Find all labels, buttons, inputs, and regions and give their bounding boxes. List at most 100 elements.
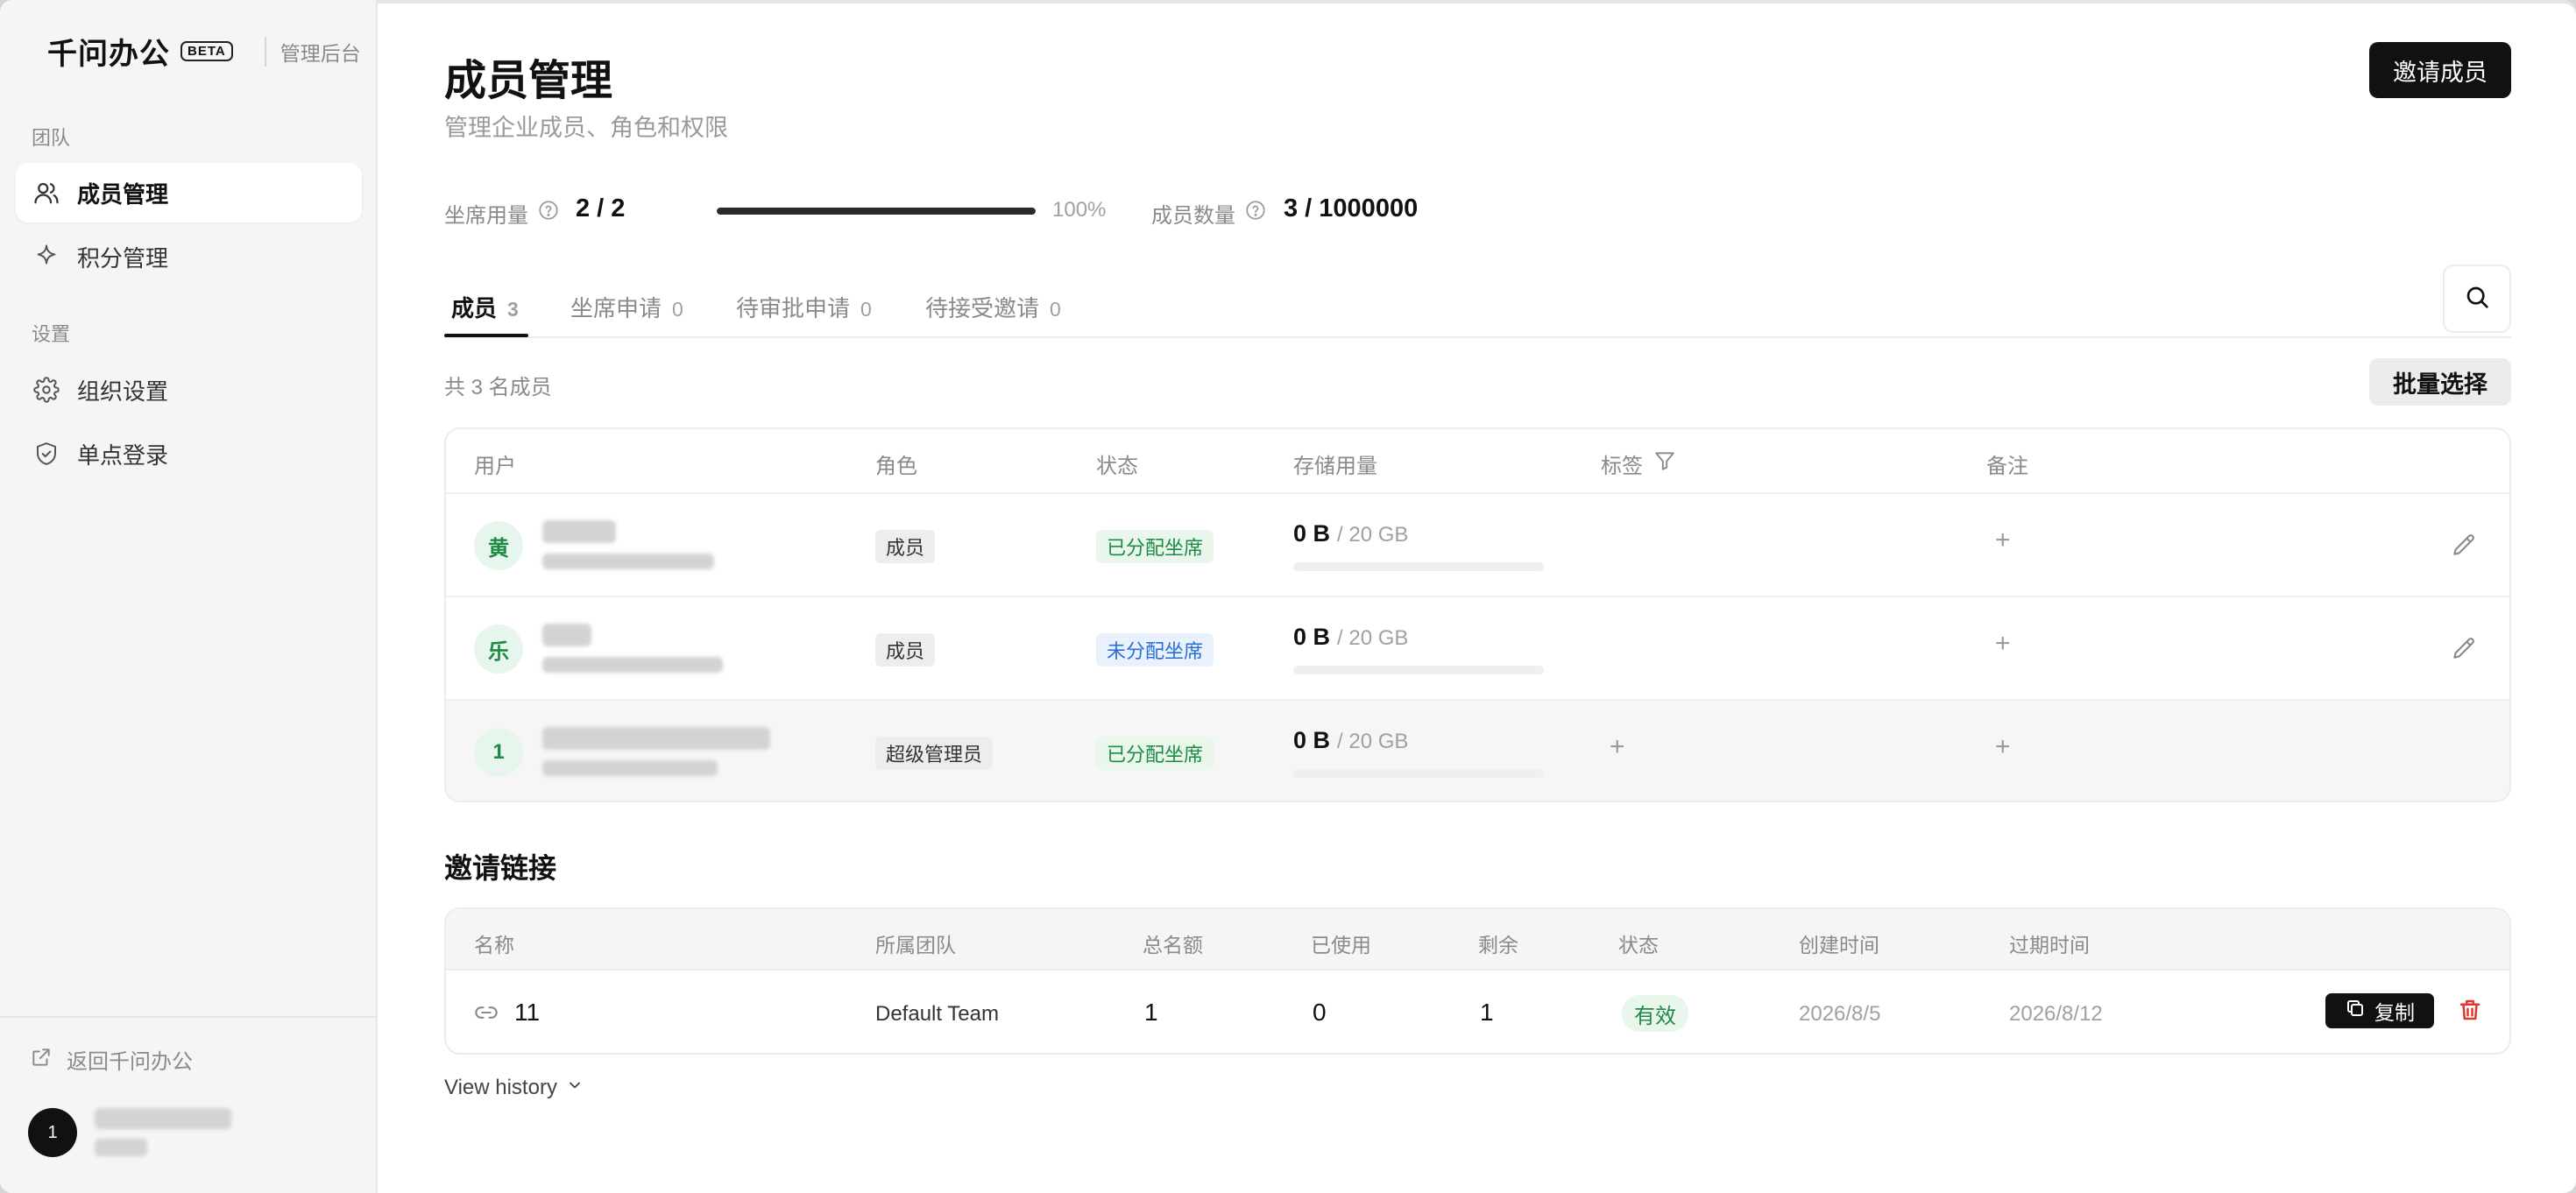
column-header-used: 已使用 [1311, 934, 1371, 957]
storage-usage: 0 B / 20 GB [1293, 624, 1408, 651]
column-header-user: 用户 [474, 455, 516, 478]
redacted-user-name [95, 1108, 231, 1129]
invite-link-used: 0 [1313, 999, 1327, 1026]
invite-link-remaining: 1 [1480, 999, 1494, 1026]
seat-usage-label-text: 坐席用量 [444, 204, 528, 228]
column-header-total: 总名额 [1143, 934, 1203, 957]
invite-link-team: Default Team [875, 1002, 999, 1026]
storage-quota: / 20 GB [1337, 626, 1409, 650]
external-link-icon [30, 1046, 53, 1073]
role-badge: 超级管理员 [875, 737, 994, 770]
status-badge: 已分配坐席 [1096, 530, 1214, 563]
sidebar-item-label: 成员管理 [77, 180, 169, 208]
edit-icon[interactable] [2450, 634, 2478, 667]
view-history-toggle[interactable]: View history [444, 1076, 584, 1100]
sidebar-item-credits[interactable]: 积分管理 [16, 227, 362, 286]
link-icon [474, 1000, 499, 1029]
add-note-button[interactable]: + [1995, 631, 2011, 657]
tab-count: 3 [507, 298, 519, 321]
redacted-user-email [95, 1139, 147, 1156]
column-header-tags-label: 标签 [1601, 455, 1643, 478]
seat-usage-progress-fill [717, 208, 1036, 215]
redacted-user-name [542, 624, 591, 646]
storage-used: 0 B [1293, 624, 1331, 650]
sidebar-item-members[interactable]: 成员管理 [16, 163, 362, 222]
redacted-user-name [542, 727, 770, 750]
tab-count: 0 [1050, 298, 1061, 321]
page-title: 成员管理 [444, 58, 613, 104]
column-header-remaining: 剩余 [1478, 934, 1518, 957]
batch-select-button[interactable]: 批量选择 [2369, 358, 2511, 406]
section-label-settings: 设置 [32, 323, 71, 345]
brand[interactable]: 千问办公 BETA 管理后台 [47, 30, 361, 73]
avatar: 乐 [474, 625, 523, 674]
storage-quota: / 20 GB [1337, 523, 1409, 547]
invite-member-button[interactable]: 邀请成员 [2369, 42, 2511, 98]
beta-badge: BETA [180, 41, 233, 61]
redacted-user-name [542, 520, 616, 543]
seat-usage-label: 坐席用量 [444, 198, 560, 229]
add-tag-button[interactable]: + [1610, 734, 1625, 760]
tab-count: 0 [860, 298, 872, 321]
member-tabs: 成员 3 坐席申请 0 待审批申请 0 待接受邀请 0 [444, 272, 2511, 338]
add-note-button[interactable]: + [1995, 734, 2011, 760]
page-subtitle: 管理企业成员、角色和权限 [444, 115, 728, 141]
tab-seat-requests[interactable]: 坐席申请 0 [570, 291, 683, 323]
tab-pending-invites[interactable]: 待接受邀请 0 [925, 291, 1061, 323]
avatar[interactable]: 1 [28, 1108, 77, 1157]
column-header-status: 状态 [1096, 455, 1138, 478]
storage-used: 0 B [1293, 520, 1331, 547]
avatar: 黄 [474, 521, 523, 570]
edit-icon[interactable] [2450, 531, 2478, 563]
sidebar-item-org-settings[interactable]: 组织设置 [16, 360, 362, 420]
storage-usage: 0 B / 20 GB [1293, 727, 1408, 754]
redacted-user-email [542, 554, 714, 569]
storage-used: 0 B [1293, 727, 1331, 753]
back-link-label: 返回千问办公 [67, 1050, 193, 1074]
app-window: 千问办公 BETA 管理后台 团队 成员管理 积分管理 设置 组织设置 单点登录… [0, 0, 2576, 1193]
table-row[interactable]: 1 超级管理员 已分配坐席 0 B / 20 GB + + [446, 699, 2509, 801]
storage-quota: / 20 GB [1337, 730, 1409, 753]
status-badge: 未分配坐席 [1096, 633, 1214, 667]
copy-icon [2345, 998, 2366, 1024]
column-header-team: 所属团队 [875, 934, 956, 957]
table-row[interactable]: 11 Default Team 1 0 1 有效 2026/8/5 2026/8… [446, 969, 2509, 1053]
help-icon[interactable] [1244, 199, 1267, 228]
table-row[interactable]: 乐 成员 未分配坐席 0 B / 20 GB + [446, 596, 2509, 699]
help-icon[interactable] [537, 199, 560, 228]
column-header-tags[interactable]: 标签 [1601, 448, 1676, 479]
invite-links-table: 名称 所属团队 总名额 已使用 剩余 状态 创建时间 过期时间 11 Defau… [444, 907, 2511, 1055]
delete-icon[interactable] [2457, 997, 2483, 1027]
brand-subtitle: 管理后台 [280, 41, 361, 65]
tab-label: 待接受邀请 [925, 295, 1040, 321]
storage-progress [1293, 562, 1544, 571]
member-count-value: 3 / 1000000 [1284, 194, 1419, 222]
role-badge: 成员 [875, 633, 936, 667]
status-badge: 有效 [1622, 995, 1688, 1032]
table-row[interactable]: 黄 成员 已分配坐席 0 B / 20 GB + [446, 492, 2509, 596]
invite-link-name: 11 [514, 999, 541, 1026]
tab-members[interactable]: 成员 3 [451, 291, 519, 323]
sidebar-item-label: 积分管理 [77, 244, 169, 272]
status-badge: 已分配坐席 [1096, 737, 1214, 770]
column-header-name: 名称 [474, 934, 514, 957]
sparkle-icon [32, 242, 61, 272]
search-icon [2463, 283, 2491, 315]
back-link[interactable]: 返回千问办公 [30, 1044, 193, 1075]
brand-name: 千问办公 [47, 38, 170, 71]
member-count-label-text: 成员数量 [1151, 204, 1235, 228]
sidebar-item-sso[interactable]: 单点登录 [16, 424, 362, 484]
search-button[interactable] [2443, 265, 2511, 333]
copy-link-button[interactable]: 复制 [2325, 993, 2434, 1028]
column-header-notes: 备注 [1986, 455, 2028, 478]
column-header-storage: 存储用量 [1293, 455, 1377, 478]
tab-label: 成员 [451, 295, 498, 321]
invite-link-total: 1 [1144, 999, 1158, 1026]
gear-icon [32, 375, 61, 405]
sidebar-divider [0, 1016, 378, 1018]
tab-pending-approvals[interactable]: 待审批申请 0 [736, 291, 872, 323]
add-note-button[interactable]: + [1995, 527, 2011, 554]
filter-icon[interactable] [1653, 449, 1676, 478]
view-history-label: View history [444, 1076, 557, 1099]
invite-links-header: 名称 所属团队 总名额 已使用 剩余 状态 创建时间 过期时间 [446, 909, 2509, 969]
